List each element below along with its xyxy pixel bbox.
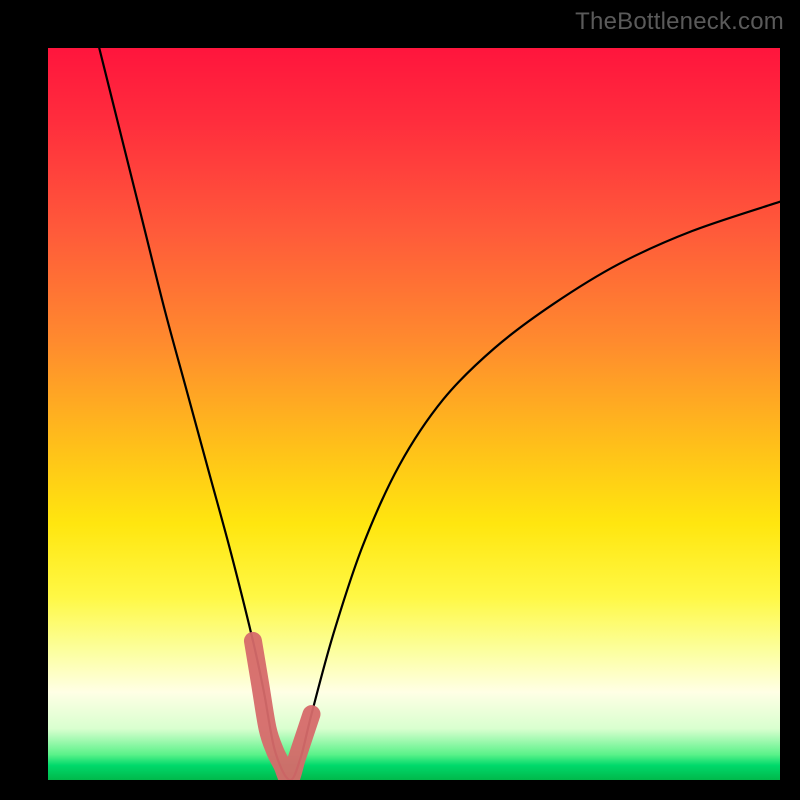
plot-area — [48, 48, 780, 780]
highlight-region — [253, 641, 312, 780]
bottleneck-curve — [99, 48, 780, 780]
chart-frame: TheBottleneck.com — [0, 0, 800, 800]
curve-layer — [48, 48, 780, 780]
watermark-text: TheBottleneck.com — [575, 8, 784, 36]
